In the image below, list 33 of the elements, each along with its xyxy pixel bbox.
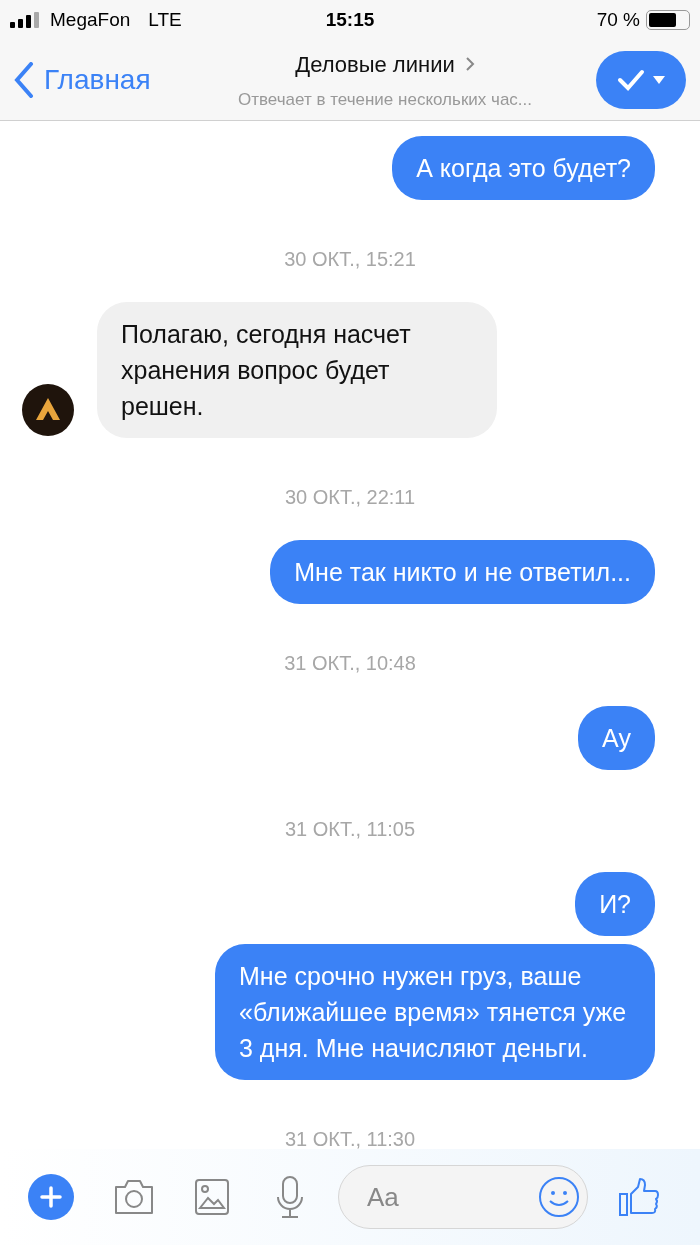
caret-icon xyxy=(653,76,665,84)
chevron-icon xyxy=(464,56,475,73)
battery-percent: 70 % xyxy=(596,7,640,32)
carrier-label: MegaFon xyxy=(50,7,131,32)
thumbs-up-icon[interactable] xyxy=(618,1177,660,1217)
status-button[interactable] xyxy=(596,51,686,109)
smiley-icon[interactable] xyxy=(538,1176,580,1218)
microphone-icon[interactable] xyxy=(274,1175,306,1219)
timestamp: 31 ОКТ., 11:05 xyxy=(284,817,416,842)
timestamp: 30 ОКТ., 15:21 xyxy=(284,247,416,272)
battery-icon xyxy=(646,10,690,30)
outgoing-message: Ау xyxy=(578,706,655,770)
image-icon[interactable] xyxy=(194,1178,230,1216)
plus-icon xyxy=(40,1186,62,1208)
outgoing-message: Мне срочно нужен груз, ваше «ближайшее время» тянется уже 3 дня. Мне начисляют деньги. xyxy=(215,944,655,1080)
timestamp: 30 ОКТ., 22:11 xyxy=(284,485,416,510)
network-label: LTE xyxy=(148,7,182,32)
chat-title[interactable]: Деловые линии xyxy=(295,47,455,81)
clock: 15:15 xyxy=(325,7,375,32)
incoming-message: Полагаю, сегодня насчет хранения вопрос будет решен. xyxy=(97,302,497,438)
company-avatar xyxy=(22,384,74,436)
message-field[interactable]: Aa xyxy=(338,1165,588,1229)
timestamp: 31 ОКТ., 10:48 xyxy=(284,651,416,676)
timestamp: 31 ОКТ., 11:30 xyxy=(284,1127,416,1149)
signal-icon xyxy=(10,12,42,28)
camera-icon[interactable] xyxy=(112,1178,156,1216)
back-icon xyxy=(14,62,34,98)
chat-subtitle: Отвечает в течение нескольких час... xyxy=(238,88,532,111)
check-icon xyxy=(617,69,645,91)
outgoing-message: А когда это будет? xyxy=(392,136,655,200)
outgoing-message: И? xyxy=(575,872,655,936)
outgoing-message: Мне так никто и не ответил... xyxy=(270,540,655,604)
add-button[interactable] xyxy=(28,1174,74,1220)
